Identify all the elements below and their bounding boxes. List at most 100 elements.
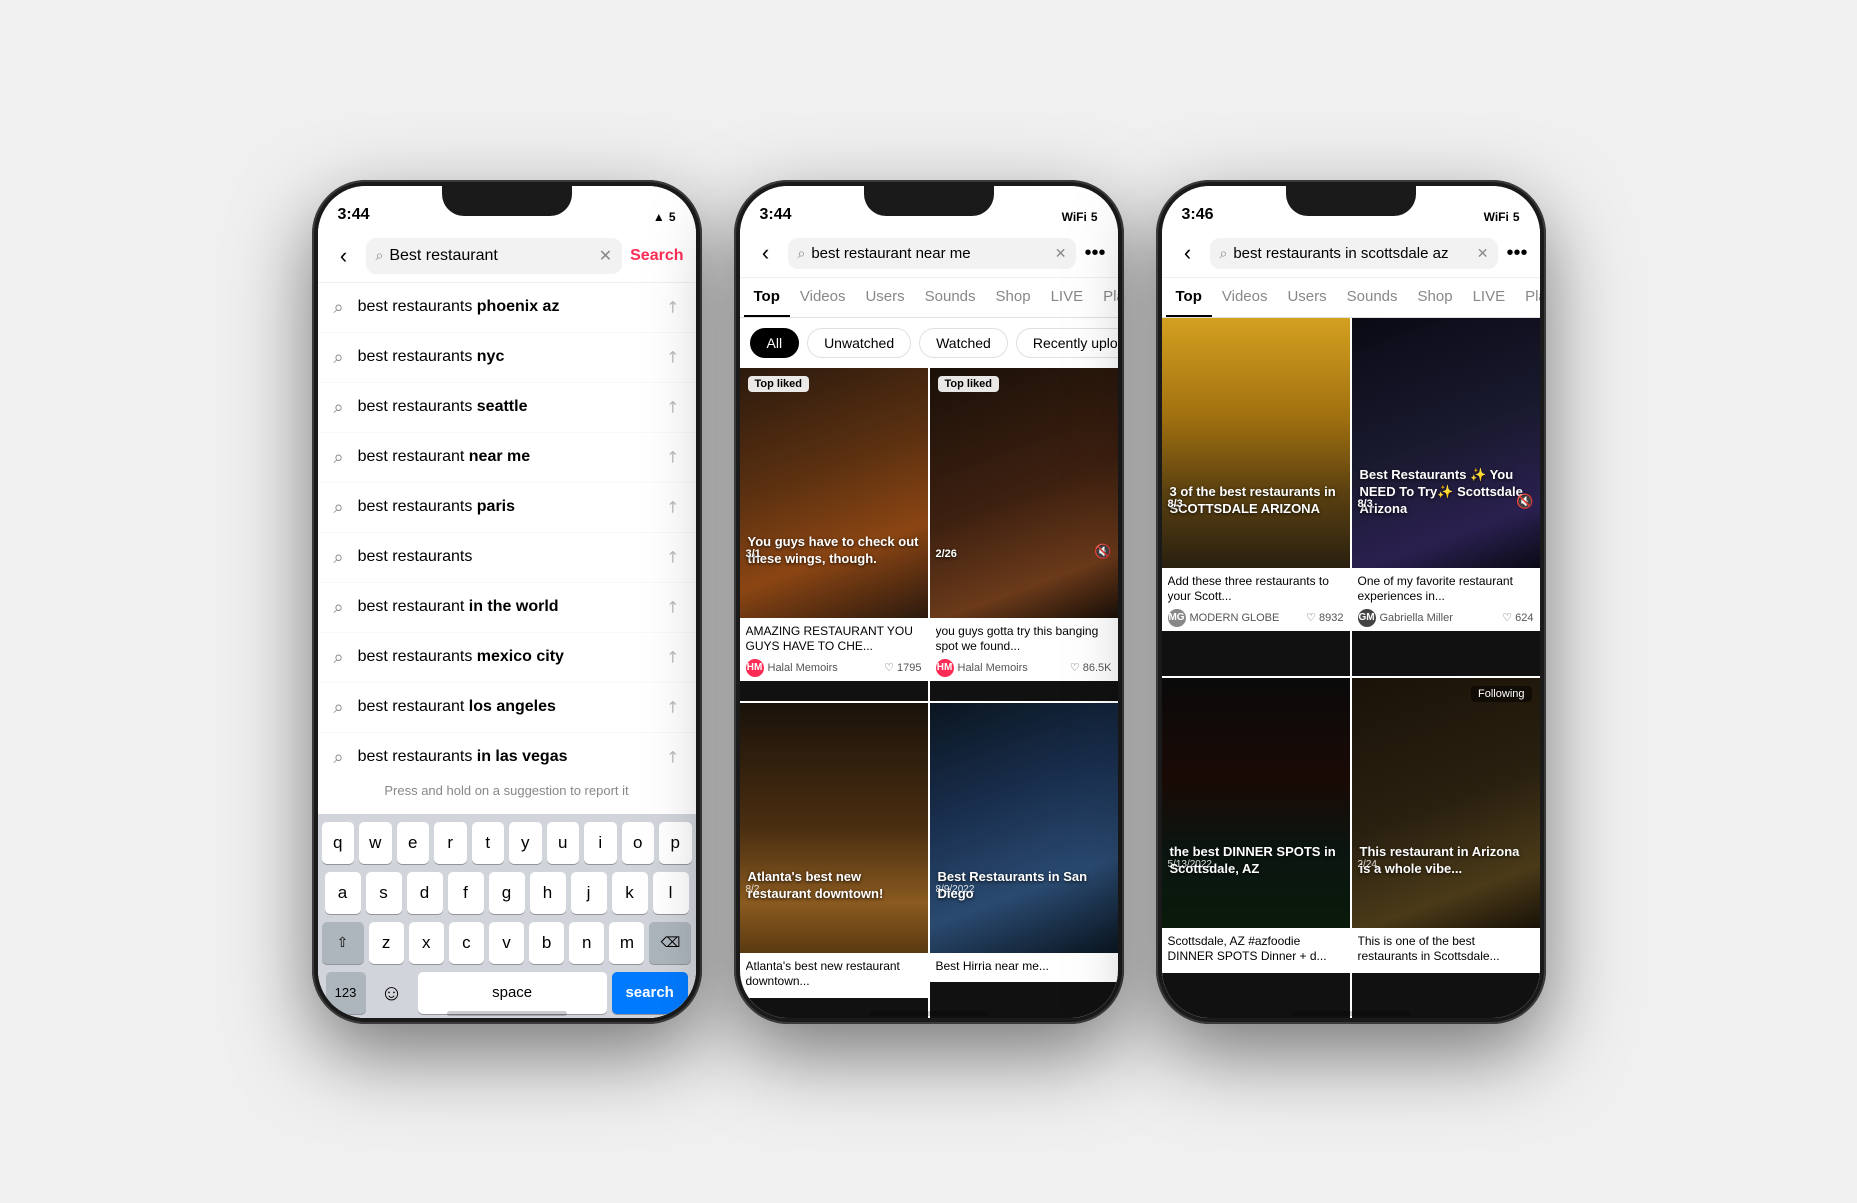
key-x[interactable]: x xyxy=(409,922,444,964)
search-suggestion-icon: ⌕ xyxy=(334,597,344,618)
suggestion-text: best restaurant los angeles xyxy=(358,698,653,716)
tab-sounds-3[interactable]: Sounds xyxy=(1337,278,1408,317)
clear-button[interactable]: ✕ xyxy=(599,246,612,266)
author-name: MODERN GLOBE xyxy=(1190,612,1303,624)
wifi-icon-3: WiFi xyxy=(1484,210,1509,224)
suggestion-item[interactable]: ⌕ best restaurants mexico city ↗ xyxy=(318,633,696,683)
key-space[interactable]: space xyxy=(418,972,607,1014)
tab-live[interactable]: LIVE xyxy=(1041,278,1094,317)
suggestion-item[interactable]: ⌕ best restaurants seattle ↗ xyxy=(318,383,696,433)
key-j[interactable]: j xyxy=(571,872,607,914)
key-y[interactable]: y xyxy=(509,822,542,864)
video-bg-inner: Top liked 2/26🔇 xyxy=(930,368,1118,618)
time-3: 3:46 xyxy=(1182,206,1214,224)
results-search-box-2[interactable]: ⌕ best restaurant near me ✕ xyxy=(788,238,1077,269)
tab-top-3[interactable]: Top xyxy=(1166,278,1212,317)
key-t[interactable]: t xyxy=(472,822,505,864)
key-k[interactable]: k xyxy=(612,872,648,914)
key-a[interactable]: a xyxy=(325,872,361,914)
tab-sounds[interactable]: Sounds xyxy=(915,278,986,317)
like-count: ♡ 1795 xyxy=(884,661,921,674)
filter-chip[interactable]: All xyxy=(750,328,800,358)
suggestion-item[interactable]: ⌕ best restaurant los angeles ↗ xyxy=(318,683,696,733)
suggestion-item[interactable]: ⌕ best restaurants paris ↗ xyxy=(318,483,696,533)
video-cell[interactable]: Top liked You guys have to check out the… xyxy=(740,368,928,701)
key-g[interactable]: g xyxy=(489,872,525,914)
tab-live-3[interactable]: LIVE xyxy=(1463,278,1516,317)
key-c[interactable]: c xyxy=(449,922,484,964)
mute-icon: 🔇 xyxy=(1516,493,1533,510)
key-shift[interactable]: ⇧ xyxy=(322,922,364,964)
video-meta: AMAZING RESTAURANT YOU GUYS HAVE TO CHE.… xyxy=(740,618,928,681)
filter-chip[interactable]: Watched xyxy=(919,328,1008,358)
key-u[interactable]: u xyxy=(547,822,580,864)
more-button-2[interactable]: ••• xyxy=(1084,242,1105,265)
key-f[interactable]: f xyxy=(448,872,484,914)
clear-icon-2[interactable]: ✕ xyxy=(1055,245,1067,262)
tab-users-3[interactable]: Users xyxy=(1277,278,1336,317)
tab-shop[interactable]: Shop xyxy=(986,278,1041,317)
video-cell[interactable]: Best Restaurants in San Diego 8/9/2022 B… xyxy=(930,703,1118,1018)
tab-top[interactable]: Top xyxy=(744,278,790,317)
key-emoji[interactable]: ☺ xyxy=(371,972,413,1014)
search-input[interactable]: Best restaurant xyxy=(389,247,592,265)
tab-videos[interactable]: Videos xyxy=(790,278,856,317)
video-cell[interactable]: Following This restaurant in Arizona is … xyxy=(1352,678,1540,1018)
key-p[interactable]: p xyxy=(659,822,692,864)
key-r[interactable]: r xyxy=(434,822,467,864)
tab-shop-3[interactable]: Shop xyxy=(1408,278,1463,317)
video-cell[interactable]: 3 of the best restaurants in SCOTTSDALE … xyxy=(1162,318,1350,676)
video-overlay-text: Best Restaurants ✨ You NEED To Try✨ Scot… xyxy=(1360,467,1532,518)
key-123[interactable]: 123 xyxy=(326,972,366,1014)
suggestion-item[interactable]: ⌕ best restaurants in las vegas ↗ xyxy=(318,733,696,767)
key-search[interactable]: search xyxy=(612,972,688,1014)
filter-chip[interactable]: Recently uploaded xyxy=(1016,328,1118,358)
results-search-box-3[interactable]: ⌕ best restaurants in scottsdale az ✕ xyxy=(1210,238,1499,269)
key-b[interactable]: b xyxy=(529,922,564,964)
key-q[interactable]: q xyxy=(322,822,355,864)
key-delete[interactable]: ⌫ xyxy=(649,922,691,964)
video-cell[interactable]: Best Restaurants ✨ You NEED To Try✨ Scot… xyxy=(1352,318,1540,676)
key-o[interactable]: o xyxy=(622,822,655,864)
following-badge: Following xyxy=(1471,686,1531,702)
video-meta: Scottsdale, AZ #azfoodie DINNER SPOTS Di… xyxy=(1162,928,1350,973)
video-date-badge: 2/24 xyxy=(1358,859,1377,870)
search-box[interactable]: ⌕ Best restaurant ✕ xyxy=(366,238,623,274)
key-d[interactable]: d xyxy=(407,872,443,914)
key-i[interactable]: i xyxy=(584,822,617,864)
filter-chip[interactable]: Unwatched xyxy=(807,328,911,358)
search-suggestion-icon: ⌕ xyxy=(334,747,344,767)
video-cell[interactable]: Top liked 2/26🔇 you guys gotta try this … xyxy=(930,368,1118,701)
video-author-row: MG MODERN GLOBE♡ 8932 xyxy=(1168,609,1344,627)
tab-place[interactable]: Place xyxy=(1093,278,1117,317)
status-icons: ▲ 5 xyxy=(653,210,676,224)
suggestion-item[interactable]: ⌕ best restaurant near me ↗ xyxy=(318,433,696,483)
back-button[interactable]: ‹ xyxy=(330,243,358,269)
suggestion-item[interactable]: ⌕ best restaurants phoenix az ↗ xyxy=(318,283,696,333)
suggestion-item[interactable]: ⌕ best restaurants nyc ↗ xyxy=(318,333,696,383)
search-suggestion-icon: ⌕ xyxy=(334,697,344,718)
key-m[interactable]: m xyxy=(609,922,644,964)
tab-videos-3[interactable]: Videos xyxy=(1212,278,1278,317)
suggestion-item[interactable]: ⌕ best restaurants ↗ xyxy=(318,533,696,583)
key-e[interactable]: e xyxy=(397,822,430,864)
key-s[interactable]: s xyxy=(366,872,402,914)
back-button-2[interactable]: ‹ xyxy=(752,240,780,266)
video-cell[interactable]: the best DINNER SPOTS in Scottsdale, AZ … xyxy=(1162,678,1350,1018)
key-l[interactable]: l xyxy=(653,872,689,914)
key-z[interactable]: z xyxy=(369,922,404,964)
key-v[interactable]: v xyxy=(489,922,524,964)
clear-icon-3[interactable]: ✕ xyxy=(1477,245,1489,262)
key-h[interactable]: h xyxy=(530,872,566,914)
video-cell[interactable]: Atlanta's best new restaurant downtown! … xyxy=(740,703,928,1018)
suggestion-arrow-icon: ↗ xyxy=(661,645,685,669)
tab-users[interactable]: Users xyxy=(855,278,914,317)
suggestion-item[interactable]: ⌕ best restaurant in the world ↗ xyxy=(318,583,696,633)
key-n[interactable]: n xyxy=(569,922,604,964)
more-button-3[interactable]: ••• xyxy=(1506,242,1527,265)
back-button-3[interactable]: ‹ xyxy=(1174,240,1202,266)
tab-place-3[interactable]: Place xyxy=(1515,278,1539,317)
battery-icon-3: 5 xyxy=(1513,210,1520,224)
key-w[interactable]: w xyxy=(359,822,392,864)
search-button[interactable]: Search xyxy=(630,247,683,265)
